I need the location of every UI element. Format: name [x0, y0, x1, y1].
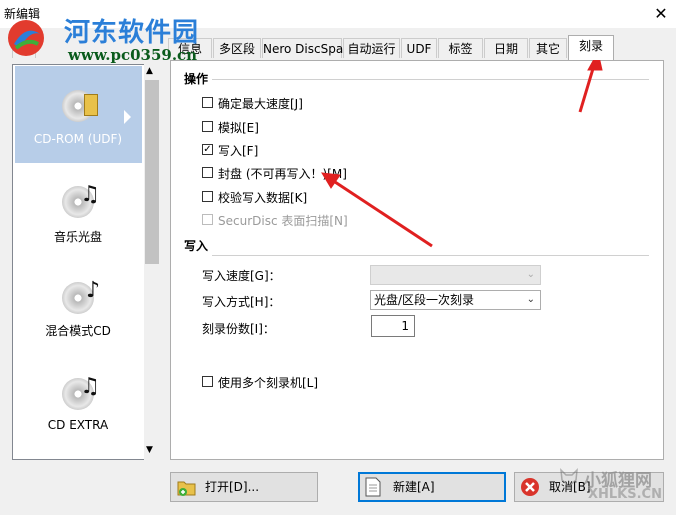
close-button[interactable]: ✕: [646, 0, 676, 28]
cd-folder-icon: [62, 90, 98, 122]
section-heading-write: 写入: [184, 239, 209, 253]
watermark-brand: 河东软件园: [64, 18, 200, 48]
divider: [212, 255, 649, 256]
write-speed-label: 写入速度[G]：: [202, 269, 281, 283]
watermark-logo-icon: [6, 18, 46, 58]
mixed-cd-icon: ♪: [62, 278, 100, 314]
open-button-label: 打开[D]...: [205, 480, 260, 494]
option-label: 模拟[E]: [218, 121, 259, 135]
tab-label[interactable]: 标签: [438, 38, 483, 58]
checkbox-securdisc[interactable]: [202, 214, 213, 225]
music-cd-icon: ♫: [62, 182, 100, 218]
tab-multisession[interactable]: 多区段: [213, 38, 261, 58]
checkbox-write[interactable]: ✓: [202, 144, 213, 155]
write-speed-select[interactable]: ⌄: [370, 265, 541, 285]
scroll-down-icon[interactable]: ▼: [146, 445, 153, 455]
tab-autorun[interactable]: 自动运行: [343, 38, 400, 58]
cancel-icon: [520, 477, 540, 497]
write-method-label: 写入方式[H]：: [202, 295, 281, 309]
list-item[interactable]: ♫ 音乐光盘: [13, 182, 143, 245]
copies-input[interactable]: 1: [371, 315, 415, 337]
tab-date[interactable]: 日期: [484, 38, 528, 58]
write-method-value: 光盘/区段一次刻录: [374, 293, 475, 307]
new-document-icon: [365, 477, 381, 497]
section-heading-operations: 操作: [184, 72, 209, 86]
list-item-label: 音乐光盘: [53, 230, 102, 244]
checkbox-multi-recorder[interactable]: [202, 376, 213, 387]
fox-watermark-icon: [558, 466, 578, 487]
list-item-label: CD EXTRA: [47, 418, 109, 432]
list-item[interactable]: CD-ROM (UDF): [13, 90, 143, 146]
option-label: 校验写入数据[K]: [218, 191, 308, 205]
folder-open-icon: [177, 477, 196, 496]
new-button-label: 新建[A]: [393, 480, 435, 494]
chevron-down-icon: ⌄: [526, 269, 535, 280]
checkbox-verify[interactable]: [202, 191, 213, 202]
checkbox-simulate[interactable]: [202, 121, 213, 132]
checkbox-finalize[interactable]: [202, 167, 213, 178]
option-label: SecurDisc 表面扫描[N]: [218, 214, 348, 228]
write-method-select[interactable]: 光盘/区段一次刻录 ⌄: [370, 290, 541, 310]
tab-nero-discspan[interactable]: Nero DiscSpan: [262, 38, 351, 58]
multi-recorder-label: 使用多个刻录机[L]: [218, 376, 319, 390]
option-label: 确定最大速度[J]: [218, 97, 303, 111]
tab-udf[interactable]: UDF: [401, 38, 437, 58]
chevron-down-icon: ⌄: [526, 294, 535, 305]
divider: [212, 79, 649, 80]
tab-misc[interactable]: 其它: [529, 38, 567, 58]
cd-extra-icon: ♫: [62, 374, 100, 410]
checkbox-max-speed[interactable]: [202, 97, 213, 108]
option-label: 封盘 (不可再写入！)[M]: [218, 167, 347, 181]
tab-burn[interactable]: 刻录: [568, 35, 614, 60]
open-button[interactable]: 打开[D]...: [170, 472, 318, 502]
list-item-label: CD-ROM (UDF): [33, 132, 123, 146]
new-button[interactable]: 新建[A]: [358, 472, 506, 502]
list-item[interactable]: ♪ 混合模式CD: [13, 278, 143, 339]
option-label: 写入[F]: [218, 144, 259, 158]
scrollbar-thumb[interactable]: [145, 80, 159, 264]
copies-label: 刻录份数[I]：: [202, 322, 275, 336]
scroll-up-icon[interactable]: ▲: [146, 66, 153, 76]
list-item-label: 混合模式CD: [45, 324, 111, 338]
corner-watermark-en: XHLKS.CN: [588, 487, 662, 502]
list-item[interactable]: ♫ CD EXTRA: [13, 374, 143, 432]
